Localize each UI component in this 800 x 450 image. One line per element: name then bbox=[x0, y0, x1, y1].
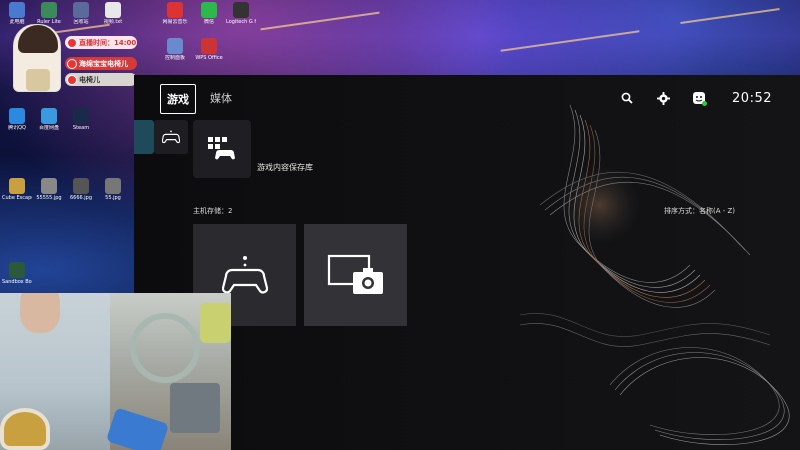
desktop-icon[interactable]: 6666.jpg bbox=[66, 178, 96, 201]
app-icon bbox=[41, 178, 57, 194]
app-icon bbox=[105, 2, 121, 18]
side-button-gamepad[interactable] bbox=[154, 120, 188, 154]
gamepad-icon bbox=[221, 256, 268, 294]
app-icon bbox=[73, 178, 89, 194]
top-right-controls: 20:52 bbox=[618, 89, 772, 107]
desktop-icon-label: Steam bbox=[72, 125, 90, 131]
desktop-icon[interactable]: Steam bbox=[66, 108, 96, 131]
app-icon bbox=[9, 108, 25, 124]
sort-label[interactable]: 排序方式：名称(A - Z) bbox=[664, 206, 735, 216]
channel-badge: 海绵宝宝电椅儿 bbox=[65, 57, 137, 70]
webcam-plant-pot bbox=[200, 303, 231, 343]
desktop-icon[interactable]: 百度网盘 bbox=[34, 108, 64, 131]
library-grid-icon bbox=[208, 137, 235, 160]
top-tabs: 游戏 媒体 bbox=[160, 84, 238, 114]
app-icon bbox=[167, 38, 183, 54]
desktop-icon-label: 网易云音乐 bbox=[162, 19, 188, 25]
app-icon bbox=[9, 2, 25, 18]
ps-remote-play-window: 游戏 媒体 20:52 游戏内容保存库 主机存储：2 排序方式：名称(A - Z… bbox=[134, 75, 800, 450]
app-icon bbox=[105, 178, 121, 194]
webcam-feed bbox=[0, 293, 231, 450]
game-library-tile[interactable] bbox=[193, 120, 251, 178]
desktop-icon-label: 腾讯QQ bbox=[8, 125, 26, 131]
gamepad-icon bbox=[162, 130, 180, 144]
app-icon bbox=[201, 2, 217, 18]
wallpaper-streak bbox=[260, 11, 380, 31]
clock: 20:52 bbox=[732, 90, 772, 106]
tab-media[interactable]: 媒体 bbox=[204, 84, 238, 114]
desktop-icon[interactable]: 控制面板 bbox=[160, 38, 190, 61]
desktop-icon-label: 控制面板 bbox=[164, 55, 185, 61]
app-icon bbox=[41, 2, 57, 18]
desktop-icon-label: Sandbox Boom bbox=[2, 279, 32, 285]
desktop-icon-label: 55.jpg bbox=[105, 195, 121, 201]
desktop-icon-label: WPS Office bbox=[195, 55, 223, 61]
desktop-icon-label: 6666.jpg bbox=[69, 195, 93, 201]
desktop-icon[interactable]: 55.jpg bbox=[98, 178, 128, 201]
library-label: 游戏内容保存库 bbox=[257, 163, 313, 172]
profile-icon[interactable] bbox=[690, 89, 708, 107]
desktop-icon-label: Cube Escape bbox=[2, 195, 32, 201]
tab-games[interactable]: 游戏 bbox=[160, 84, 196, 114]
desktop-icon[interactable]: WPS Office bbox=[194, 38, 224, 61]
screenshot-camera-icon bbox=[327, 254, 383, 294]
desktop-icon[interactable]: 55555.jpg bbox=[34, 178, 64, 201]
wallpaper-streak bbox=[500, 30, 640, 52]
app-icon bbox=[73, 2, 89, 18]
desktop-icon[interactable]: Logitech G HUB bbox=[226, 2, 256, 25]
desktop-icon-label: Logitech G HUB bbox=[226, 19, 256, 25]
webcam-phone bbox=[105, 407, 170, 450]
side-button-active[interactable] bbox=[134, 120, 154, 154]
app-icon bbox=[233, 2, 249, 18]
desktop-icon[interactable]: 网易云音乐 bbox=[160, 2, 190, 25]
webcam-stool bbox=[170, 383, 220, 433]
desktop-icon[interactable]: Cube Escape bbox=[2, 178, 32, 201]
webcam-chair bbox=[130, 313, 200, 383]
name-badge: 电椅儿 bbox=[65, 73, 137, 86]
app-icon bbox=[73, 108, 89, 124]
desktop-icon[interactable]: Sandbox Boom bbox=[2, 262, 32, 285]
app-icon bbox=[9, 262, 25, 278]
gear-icon[interactable] bbox=[654, 89, 672, 107]
desktop-icon[interactable]: 腾讯QQ bbox=[2, 108, 32, 131]
app-icon bbox=[41, 108, 57, 124]
webcam-bowl bbox=[0, 408, 50, 450]
media-gallery-tile[interactable] bbox=[304, 224, 407, 326]
app-icon bbox=[167, 2, 183, 18]
wallpaper-streak bbox=[680, 8, 780, 24]
console-storage-label: 主机存储：2 bbox=[193, 207, 233, 215]
wave-art-background bbox=[519, 104, 790, 445]
desktop-icon-label: 55555.jpg bbox=[36, 195, 62, 201]
avatar bbox=[13, 24, 61, 92]
webcam-face bbox=[20, 293, 60, 333]
desktop-icon-label: 百度网盘 bbox=[38, 125, 59, 131]
streamer-widget: 直播时间：14:00 海绵宝宝电椅儿 电椅儿 bbox=[5, 20, 137, 100]
app-icon bbox=[201, 38, 217, 54]
desktop-icon-label: 微信 bbox=[203, 19, 214, 25]
play-time-badge: 直播时间：14:00 bbox=[65, 36, 137, 49]
search-icon[interactable] bbox=[618, 89, 636, 107]
app-icon bbox=[9, 178, 25, 194]
desktop-icon[interactable]: 微信 bbox=[194, 2, 224, 25]
